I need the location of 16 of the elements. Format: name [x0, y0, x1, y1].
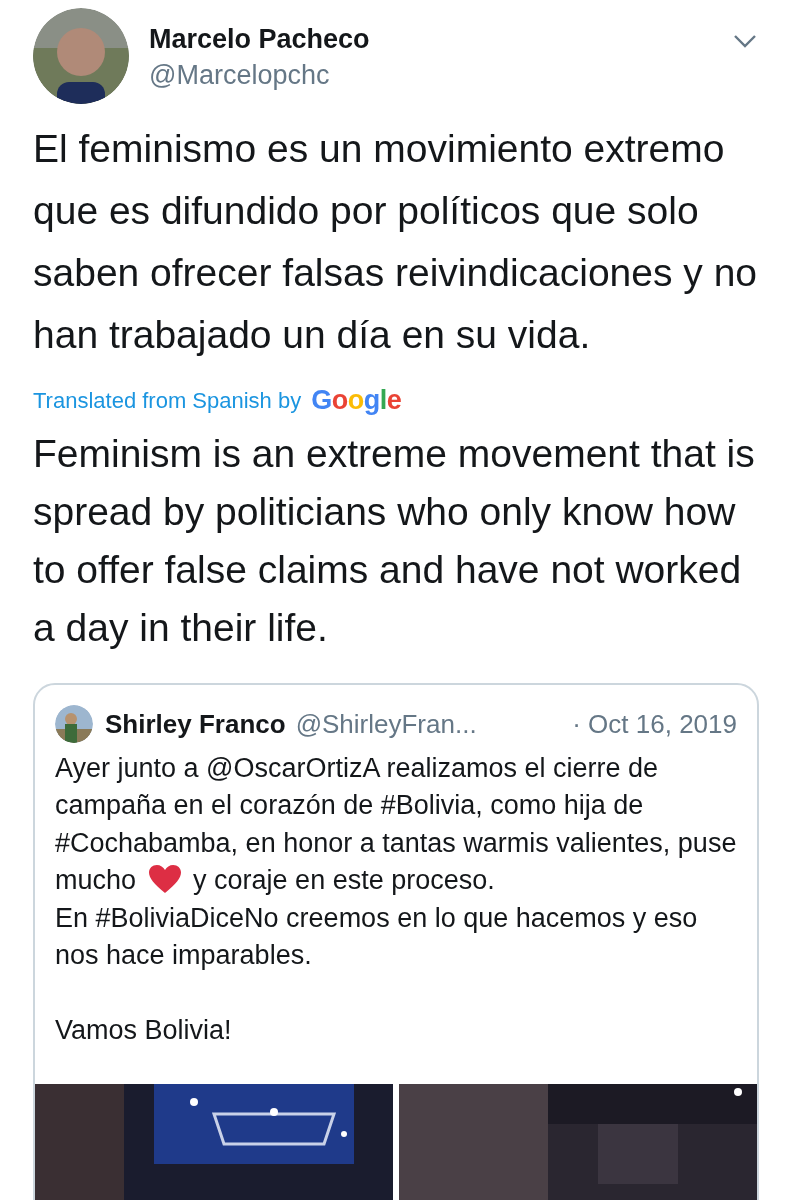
author-handle[interactable]: @Marcelopchc — [149, 56, 733, 94]
quoted-text: Vamos Bolivia! — [55, 1013, 233, 1047]
chevron-down-icon[interactable] — [733, 34, 757, 48]
tweet-text: El feminismo es un movimiento extremo que es difundido por políticos que solo saben ofrecer falsas reivindicaciones y no han trabajado un día en su vida. — [33, 126, 759, 358]
translated-text: Feminism is an extreme movement that is spread by politicians who only know how to offer false claims and have not worked a day in their life. — [33, 430, 756, 651]
quoted-date: · Oct 16, 2019 — [572, 707, 737, 741]
quoted-author-handle[interactable]: @ShirleyFran... — [295, 704, 477, 744]
author-name[interactable]: Marcelo Pacheco — [149, 22, 733, 56]
heart-icon — [147, 864, 182, 894]
quoted-text: En #BoliviaDiceNo creemos en lo que hacemos y eso nos hace imparables. — [55, 901, 699, 972]
quoted-author-name[interactable]: Shirley Franco — [105, 704, 286, 744]
google-logo: Google — [311, 384, 402, 417]
quoted-tweet-card[interactable] — [33, 682, 759, 1200]
quoted-avatar — [55, 705, 93, 743]
translation-label[interactable]: Translated from Spanish by — [33, 383, 302, 417]
quoted-text: Ayer junto a @OscarOrtizA realizamos el cierre de campaña en el corazón de #Bolivia, como hija de #Cochabamba, en honor a tantas warmis valientes, puse mucho y coraje en este proceso. — [55, 751, 738, 897]
